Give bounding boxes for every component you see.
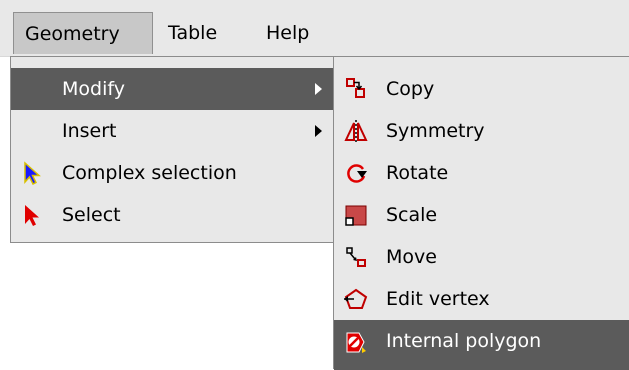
menu-geometry[interactable]: Geometry <box>13 12 153 54</box>
menu-bar: Geometry Table Help <box>0 0 629 57</box>
edit-vertex-icon <box>344 287 368 311</box>
menu-item-scale[interactable]: Scale <box>334 194 629 236</box>
internal-polygon-icon <box>342 330 366 354</box>
menu-table-label: Table <box>168 22 218 44</box>
menu-item-move[interactable]: Move <box>334 236 629 278</box>
menu-item-insert[interactable]: Insert <box>11 110 333 152</box>
menu-item-modify[interactable]: Modify <box>11 68 333 110</box>
menu-item-select[interactable]: Select <box>11 194 333 236</box>
menu-item-edit-vertex[interactable]: Edit vertex <box>334 278 629 320</box>
submenu-arrow-icon <box>315 83 322 95</box>
rotate-icon <box>344 161 368 185</box>
menu-item-symmetry-label: Symmetry <box>386 120 485 142</box>
menu-help-label: Help <box>266 22 310 44</box>
menu-item-complex-selection[interactable]: Complex selection <box>11 152 333 194</box>
menu-item-symmetry[interactable]: Symmetry <box>334 110 629 152</box>
modify-submenu: Copy Symmetry Rotate Scale Move Edit ver… <box>333 56 629 370</box>
menu-item-select-label: Select <box>62 204 121 226</box>
menu-item-edit-vertex-label: Edit vertex <box>386 288 490 310</box>
red-pointer-icon <box>20 203 44 227</box>
menu-geometry-label: Geometry <box>25 23 120 45</box>
menu-item-rotate[interactable]: Rotate <box>334 152 629 194</box>
menu-item-insert-label: Insert <box>62 120 117 142</box>
menu-help[interactable]: Help <box>258 12 317 54</box>
menu-item-copy[interactable]: Copy <box>334 68 629 110</box>
menu-item-internal-polygon[interactable]: Internal polygon <box>334 320 629 370</box>
menu-item-copy-label: Copy <box>386 78 435 100</box>
menu-item-move-label: Move <box>386 246 437 268</box>
geometry-dropdown: Modify Insert Complex selection Select <box>10 56 334 243</box>
blue-pointer-icon <box>20 161 44 185</box>
copy-icon <box>344 77 368 101</box>
menu-item-complex-selection-label: Complex selection <box>62 162 237 184</box>
menu-item-rotate-label: Rotate <box>386 162 449 184</box>
scale-icon <box>344 203 368 227</box>
move-icon <box>344 245 368 269</box>
menu-item-internal-polygon-label: Internal polygon <box>386 330 542 352</box>
menu-item-modify-label: Modify <box>62 78 125 100</box>
menu-table[interactable]: Table <box>160 12 225 54</box>
submenu-arrow-icon <box>315 125 322 137</box>
symmetry-icon <box>344 119 368 143</box>
menu-item-scale-label: Scale <box>386 204 438 226</box>
